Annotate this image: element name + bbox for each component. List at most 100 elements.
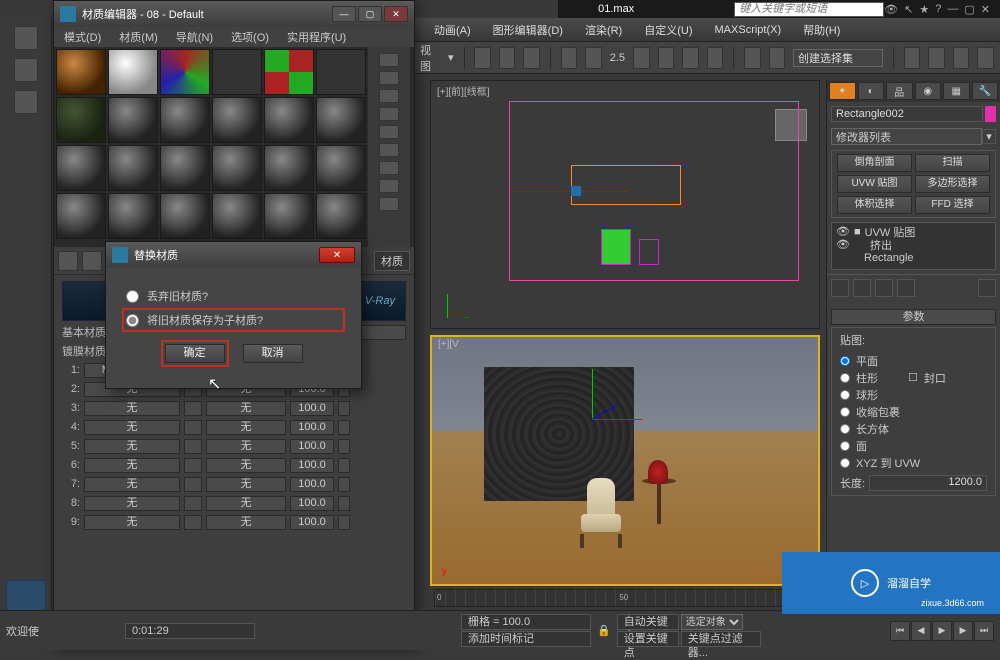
close-button[interactable]: ✕	[319, 247, 355, 263]
unique-icon[interactable]	[875, 279, 893, 297]
minimize-icon[interactable]: —	[947, 3, 958, 16]
menu-help[interactable]: 帮助(H)	[803, 22, 840, 38]
viewport-label[interactable]: [+][前][线框]	[437, 83, 490, 98]
preview-icon[interactable]	[379, 143, 399, 157]
schematic-button[interactable]	[977, 47, 994, 69]
object-name-field[interactable]	[831, 106, 983, 122]
spinner-icon[interactable]	[338, 439, 350, 454]
bevel-profile-button[interactable]: 倒角剖面	[837, 154, 912, 172]
color-swatch[interactable]	[184, 439, 202, 454]
material-button[interactable]: 无	[84, 458, 180, 473]
radio-keep[interactable]	[126, 314, 139, 327]
tool-button[interactable]	[499, 47, 516, 69]
spinner-icon[interactable]	[338, 420, 350, 435]
tab-create[interactable]: ✦	[829, 82, 856, 100]
spinner-icon[interactable]	[338, 496, 350, 511]
radio-spherical[interactable]	[840, 390, 850, 400]
material-slot[interactable]	[108, 49, 158, 95]
material-slot[interactable]	[108, 145, 158, 191]
map-button[interactable]: 无	[206, 477, 286, 492]
radio-shrink[interactable]	[840, 407, 850, 417]
radio-box[interactable]	[840, 424, 850, 434]
menu-graph-editor[interactable]: 图形编辑器(D)	[493, 22, 563, 38]
backlight-icon[interactable]	[379, 71, 399, 85]
tool-button[interactable]	[744, 47, 761, 69]
key-filters-button[interactable]: 关键点过滤器...	[681, 631, 761, 647]
material-slot[interactable]	[108, 193, 158, 239]
menu-utilities[interactable]: 实用程序(U)	[287, 29, 346, 45]
time-ruler[interactable]: 0 50 100	[434, 589, 820, 607]
timeline[interactable]: 0 50 100	[430, 586, 824, 610]
goto-end-icon[interactable]: ⏭	[974, 621, 994, 641]
material-slot[interactable]	[316, 49, 366, 95]
material-slot[interactable]	[316, 97, 366, 143]
menu-render[interactable]: 渲染(R)	[585, 22, 622, 38]
material-button[interactable]: 无	[84, 477, 180, 492]
material-slot[interactable]	[108, 97, 158, 143]
arrow-icon[interactable]: ↖	[904, 3, 913, 16]
menu-modes[interactable]: 模式(D)	[64, 29, 101, 45]
color-swatch[interactable]	[184, 515, 202, 530]
color-swatch[interactable]	[184, 458, 202, 473]
length-spinner[interactable]: 1200.0	[869, 475, 987, 491]
maximize-icon[interactable]: ▢	[964, 3, 974, 16]
tab-utilities[interactable]: 🔧	[972, 82, 999, 100]
key-filter-select[interactable]: 选定对象	[681, 614, 743, 630]
amount-spinner[interactable]: 100.0	[290, 496, 334, 511]
option-keep-as-sub[interactable]: 将旧材质保存为子材质?	[126, 312, 341, 328]
maximize-button[interactable]: ▢	[358, 6, 382, 22]
tab-display[interactable]: ▦	[943, 82, 970, 100]
color-swatch[interactable]	[184, 401, 202, 416]
channels-icon[interactable]	[379, 197, 399, 211]
map-button[interactable]: 无	[206, 458, 286, 473]
amount-spinner[interactable]: 100.0	[290, 458, 334, 473]
modifier-list-dropdown[interactable]: 修改器列表	[831, 128, 982, 145]
tool-button[interactable]	[523, 47, 540, 69]
tab-hierarchy[interactable]: 品	[886, 82, 913, 100]
radio-face[interactable]	[840, 441, 850, 451]
menu-material[interactable]: 材质(M)	[119, 29, 158, 45]
align-button[interactable]	[928, 47, 945, 69]
material-slot[interactable]	[56, 97, 106, 143]
assign-icon[interactable]	[82, 251, 102, 271]
radio-planar[interactable]	[840, 356, 850, 366]
radio-discard[interactable]	[126, 290, 139, 303]
menu-animation[interactable]: 动画(A)	[434, 22, 471, 38]
material-editor-titlebar[interactable]: 材质编辑器 - 08 - Default — ▢ ✕	[54, 1, 414, 27]
goto-start-icon[interactable]: ⏮	[890, 621, 910, 641]
material-slot[interactable]	[160, 193, 210, 239]
next-frame-icon[interactable]: ▶	[953, 621, 973, 641]
viewport-label[interactable]: [+][V	[438, 339, 459, 350]
color-swatch[interactable]	[184, 477, 202, 492]
tab-motion[interactable]: ◉	[915, 82, 942, 100]
material-slot[interactable]	[264, 193, 314, 239]
vol-select-button[interactable]: 体积选择	[837, 196, 912, 214]
help-icon[interactable]: ?	[935, 3, 941, 16]
tool-button[interactable]	[769, 47, 786, 69]
tool-button[interactable]	[474, 47, 491, 69]
star-icon[interactable]: ★	[919, 3, 929, 16]
material-slot[interactable]	[160, 49, 210, 95]
show-icon[interactable]	[853, 279, 871, 297]
spinner-icon[interactable]	[338, 458, 350, 473]
unlink-icon[interactable]	[14, 58, 38, 82]
material-slot[interactable]	[212, 145, 262, 191]
bind-icon[interactable]	[14, 90, 38, 114]
map-button[interactable]: 无	[206, 401, 286, 416]
material-slot[interactable]	[160, 145, 210, 191]
time-tag-field[interactable]: 添加时间标记	[461, 631, 591, 647]
sample-type-icon[interactable]	[379, 53, 399, 67]
prev-frame-icon[interactable]: ◀	[911, 621, 931, 641]
material-slot[interactable]	[316, 145, 366, 191]
snap-button[interactable]	[682, 47, 699, 69]
color-swatch[interactable]	[184, 420, 202, 435]
amount-spinner[interactable]: 100.0	[290, 420, 334, 435]
material-button[interactable]: 无	[84, 420, 180, 435]
amount-spinner[interactable]: 100.0	[290, 477, 334, 492]
radio-xyz[interactable]	[840, 458, 850, 468]
config-icon[interactable]	[978, 279, 996, 297]
material-button[interactable]: 无	[84, 439, 180, 454]
material-slot[interactable]	[160, 97, 210, 143]
tab-modify[interactable]: ◐	[858, 82, 885, 100]
play-icon[interactable]: ▶	[932, 621, 952, 641]
